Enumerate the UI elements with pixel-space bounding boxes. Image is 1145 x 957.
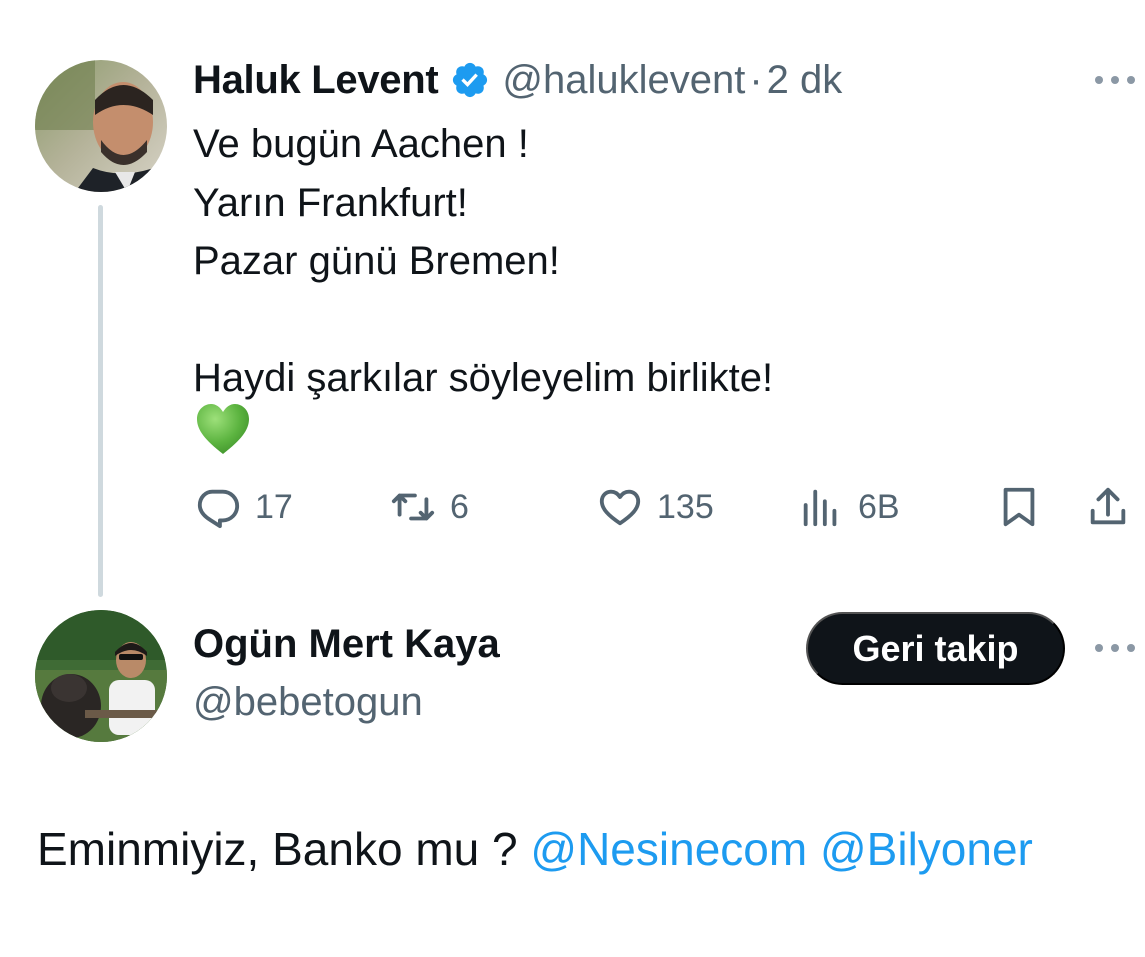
separator-dot: · [749, 57, 763, 102]
author-handle[interactable]: @haluklevent [502, 58, 745, 103]
reply-author-name[interactable]: Ogün Mert Kaya [193, 622, 500, 667]
reply-more-options-icon[interactable] [1095, 638, 1135, 658]
views-count: 6B [858, 487, 900, 526]
reply-text-body: Eminmiyiz, Banko mu ? [37, 823, 531, 875]
views-chart-icon [803, 489, 837, 527]
more-options-icon[interactable] [1095, 70, 1135, 90]
tweet-text: Ve bugün Aachen ! Yarın Frankfurt! Pazar… [193, 115, 1113, 408]
share-icon [1090, 487, 1126, 525]
reply-author-handle[interactable]: @bebetogun [193, 680, 423, 725]
retweet-icon [391, 493, 435, 521]
tweet-line: Ve bugün Aachen ! [193, 122, 529, 166]
reply-text: Eminmiyiz, Banko mu ? @Nesinecom @Bilyon… [37, 822, 1033, 876]
retweet-count: 6 [450, 487, 469, 526]
like-button[interactable]: 135 [597, 482, 714, 532]
verified-badge-icon [453, 62, 488, 98]
green-heart-icon [197, 404, 249, 454]
bookmark-button[interactable] [996, 482, 1042, 532]
reply-count: 17 [255, 487, 293, 526]
tweet-header: Haluk Levent @haluklevent · 2 dk [193, 55, 842, 105]
reply-author-avatar[interactable] [35, 610, 167, 742]
tweet-line: Haydi şarkılar söyleyelim birlikte! [193, 356, 774, 400]
like-count: 135 [657, 487, 714, 526]
tweet-line: Pazar günü Bremen! [193, 239, 560, 283]
avatar-photo-ogun [35, 610, 167, 742]
views-button[interactable]: 6B [798, 482, 900, 532]
share-button[interactable] [1085, 482, 1131, 532]
like-heart-icon [599, 489, 641, 526]
follow-back-button[interactable]: Geri takip [806, 612, 1065, 685]
reply-icon [197, 489, 240, 529]
tweet-timestamp[interactable]: 2 dk [767, 58, 843, 103]
bookmark-icon [1003, 487, 1035, 527]
tweet-line: Yarın Frankfurt! [193, 180, 468, 225]
retweet-button[interactable]: 6 [390, 482, 469, 532]
author-name[interactable]: Haluk Levent [193, 58, 439, 103]
mention-link[interactable]: @Bilyoner [820, 823, 1033, 875]
tweet-thread: Haluk Levent @haluklevent · 2 dk Ve bugü… [0, 0, 1145, 957]
thread-connector-line [98, 205, 103, 597]
author-avatar[interactable] [35, 60, 167, 192]
mention-link[interactable]: @Nesinecom [530, 823, 807, 875]
tweet-line [193, 291, 1113, 350]
reply-button[interactable]: 17 [195, 482, 293, 532]
avatar-photo-haluk [35, 60, 167, 192]
